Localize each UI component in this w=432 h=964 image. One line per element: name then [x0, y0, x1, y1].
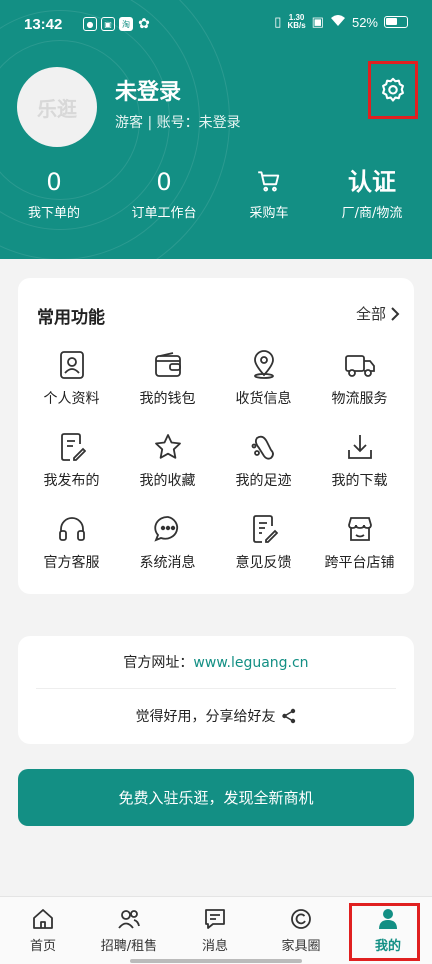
cart-icon — [215, 168, 323, 198]
tab-label: 招聘/租售 — [100, 939, 158, 954]
grid-item-label: 我的足迹 — [235, 473, 292, 489]
stat-order-workbench[interactable]: 0 订单工作台 — [110, 168, 218, 221]
settings-notification-icon: ✿ — [138, 16, 150, 32]
grid-item-footprints[interactable]: 我的足迹 — [214, 430, 313, 490]
gear-icon — [382, 77, 404, 102]
home-indicator[interactable] — [130, 959, 302, 963]
grid-item-system-messages[interactable]: 系统消息 — [118, 512, 217, 572]
grid-item-profile[interactable]: 个人资料 — [22, 348, 121, 408]
grid-item-label: 我的钱包 — [139, 391, 196, 407]
grid-item-feedback[interactable]: 意见反馈 — [214, 512, 313, 572]
stat-value: 0 — [46, 168, 62, 196]
grid-item-address[interactable]: 收货信息 — [214, 348, 313, 408]
stat-label: 订单工作台 — [131, 206, 197, 221]
grid-item-label: 我发布的 — [43, 473, 100, 489]
avatar-text: 乐逛 — [37, 96, 77, 121]
nfc-icon: ▣ — [311, 14, 324, 29]
store-icon — [310, 512, 409, 546]
view-all-link[interactable]: 全部 — [356, 303, 400, 324]
info-card: 官方网址：www.leguang.cn 觉得好用，分享给好友 — [18, 636, 414, 744]
star-icon — [118, 430, 217, 464]
site-url[interactable]: www.leguang.cn — [193, 655, 308, 671]
status-bar: 13:42 ● ▣ 淘 ✿ ▯ 1.30 KB/s ▣ 52% — [0, 0, 432, 52]
stat-cart[interactable]: 采购车 — [215, 168, 323, 221]
feedback-icon — [214, 512, 313, 546]
tab-furniture-circle[interactable]: 家具圈 — [258, 907, 344, 954]
join-platform-button[interactable]: 免费入驻乐逛，发现全新商机 — [18, 769, 414, 826]
stat-label: 厂/商/物流 — [341, 206, 403, 221]
network-speed: 1.30 KB/s — [287, 13, 306, 30]
site-label: 官方网址： — [123, 655, 194, 671]
grid-item-label: 收货信息 — [235, 391, 292, 407]
edit-document-icon — [22, 430, 121, 464]
wifi-icon — [330, 14, 346, 30]
share-text: 觉得好用，分享给好友 — [135, 709, 276, 725]
mail-notification-icon: ▣ — [101, 17, 115, 31]
wallet-icon — [118, 348, 217, 382]
grid-item-customer-service[interactable]: 官方客服 — [22, 512, 121, 572]
official-site[interactable]: 官方网址：www.leguang.cn — [18, 652, 414, 672]
grid-item-my-posts[interactable]: 我发布的 — [22, 430, 121, 490]
active-tab-highlight — [349, 903, 420, 961]
grid-item-label: 我的下载 — [331, 473, 388, 489]
tab-label: 首页 — [29, 939, 56, 954]
stat-value: 认证 — [348, 168, 396, 196]
card-title: 常用功能 — [37, 308, 105, 328]
battery-percent: 52% — [351, 14, 378, 30]
battery-icon — [384, 16, 408, 28]
stat-value: 0 — [156, 168, 172, 196]
status-time: 13:42 — [24, 16, 63, 33]
grid-item-label: 系统消息 — [139, 555, 196, 571]
download-icon — [310, 430, 409, 464]
location-pin-icon — [214, 348, 313, 382]
avatar[interactable]: 乐逛 — [17, 67, 97, 147]
status-right: ▯ 1.30 KB/s ▣ 52% — [274, 14, 408, 30]
stat-certification[interactable]: 认证 厂/商/物流 — [318, 168, 426, 221]
chat-bubble-icon — [118, 512, 217, 546]
stat-label: 采购车 — [249, 206, 289, 221]
grid-item-label: 物流服务 — [331, 391, 388, 407]
share-icon — [281, 708, 295, 724]
tab-recruit-rent[interactable]: 招聘/租售 — [86, 907, 172, 954]
grid-item-logistics[interactable]: 物流服务 — [310, 348, 409, 408]
user-name[interactable]: 未登录 — [115, 74, 181, 106]
grid-item-favorites[interactable]: 我的收藏 — [118, 430, 217, 490]
grid-item-label: 跨平台店铺 — [324, 555, 395, 571]
grid-item-label: 官方客服 — [43, 555, 100, 571]
grid-item-downloads[interactable]: 我的下载 — [310, 430, 409, 490]
notification-icons: ● ▣ 淘 ✿ — [83, 16, 151, 32]
share-row[interactable]: 觉得好用，分享给好友 — [18, 706, 414, 726]
people-icon — [86, 907, 172, 931]
truck-icon — [310, 348, 409, 382]
tab-label: 家具圈 — [281, 939, 321, 954]
grid-item-label: 个人资料 — [43, 391, 100, 407]
grid-item-label: 我的收藏 — [139, 473, 196, 489]
view-all-label: 全部 — [355, 305, 386, 323]
grid-item-wallet[interactable]: 我的钱包 — [118, 348, 217, 408]
divider — [36, 688, 396, 689]
profile-header: 13:42 ● ▣ 淘 ✿ ▯ 1.30 KB/s ▣ 52% 乐逛 未登录 游客… — [0, 0, 432, 259]
tab-messages[interactable]: 消息 — [172, 907, 258, 954]
stat-label: 我下单的 — [27, 206, 80, 221]
footprint-icon — [214, 430, 313, 464]
app-notification-icon: ● — [83, 17, 97, 31]
chevron-right-icon — [391, 306, 400, 321]
circle-icon — [258, 907, 344, 931]
settings-button[interactable] — [368, 61, 418, 119]
home-icon — [0, 907, 86, 931]
tab-label: 消息 — [201, 939, 228, 954]
stat-my-orders[interactable]: 0 我下单的 — [0, 168, 108, 221]
tab-home[interactable]: 首页 — [0, 907, 86, 954]
grid-item-label: 意见反馈 — [235, 555, 292, 571]
vibrate-icon: ▯ — [274, 14, 282, 29]
common-functions-card: 常用功能 全部 个人资料 我的钱包 收货信息 物流服务 我发布的 我的收藏 我的… — [18, 278, 414, 594]
message-icon — [172, 907, 258, 931]
shop-notification-icon: 淘 — [119, 17, 133, 31]
grid-item-cross-platform-store[interactable]: 跨平台店铺 — [310, 512, 409, 572]
headset-icon — [22, 512, 121, 546]
user-account: 游客 | 账号：未登录 — [115, 115, 241, 131]
profile-card-icon — [22, 348, 121, 382]
